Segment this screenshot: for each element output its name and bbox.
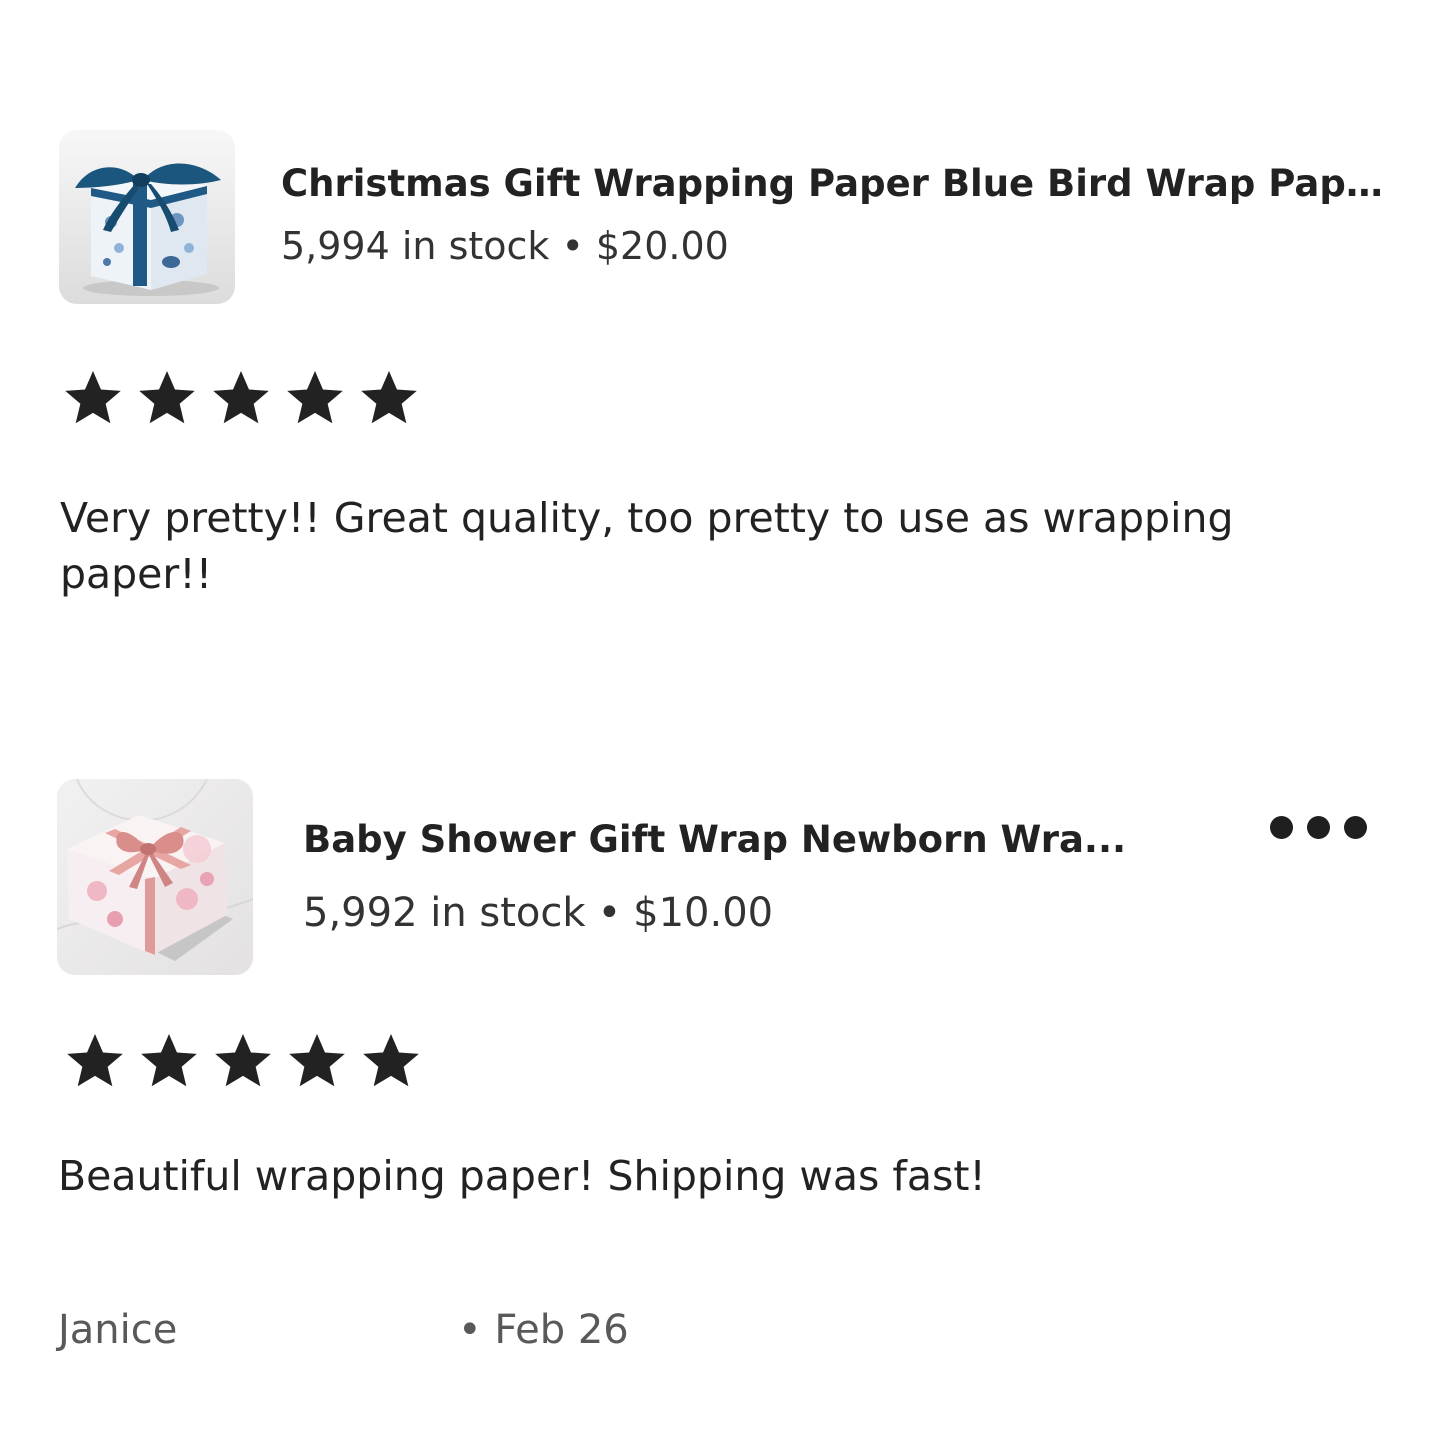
more-options-icon[interactable] <box>1270 816 1367 839</box>
date-separator: • <box>458 1307 482 1353</box>
product-thumbnail[interactable] <box>57 779 253 975</box>
product-price: $20.00 <box>595 224 729 268</box>
star-icon <box>358 1028 424 1094</box>
product-title[interactable]: Baby Shower Gift Wrap Newborn Wra... <box>303 816 1203 864</box>
review-date: • Feb 26 <box>458 1304 629 1356</box>
product-price: $10.00 <box>633 890 774 936</box>
star-icon <box>62 1028 128 1094</box>
reviewer-name[interactable]: Janice <box>58 1304 177 1356</box>
rating-stars <box>60 365 422 431</box>
product-thumbnail[interactable] <box>59 130 235 304</box>
blue-bird-gift-box-image <box>59 130 235 304</box>
star-icon <box>60 365 126 431</box>
star-icon <box>284 1028 350 1094</box>
rating-stars <box>62 1028 424 1094</box>
product-meta: 5,992 in stock • $10.00 <box>303 888 773 938</box>
meta-separator: • <box>597 890 622 936</box>
pink-floral-gift-box-image <box>57 779 253 975</box>
star-icon <box>210 1028 276 1094</box>
star-icon <box>136 1028 202 1094</box>
review-text: Very pretty!! Great quality, too pretty … <box>60 494 1234 598</box>
stock-count: 5,992 in stock <box>303 890 586 936</box>
star-icon <box>134 365 200 431</box>
review-text: Beautiful wrapping paper! Shipping was f… <box>58 1152 986 1200</box>
more-dot <box>1307 816 1330 839</box>
more-dot <box>1344 816 1367 839</box>
meta-separator: • <box>561 224 584 268</box>
star-icon <box>208 365 274 431</box>
star-icon <box>356 365 422 431</box>
star-icon <box>282 365 348 431</box>
product-meta: 5,994 in stock • $20.00 <box>281 221 729 271</box>
review-card: Baby Shower Gift Wrap Newborn Wra... 5,9… <box>0 700 1445 1445</box>
more-dot <box>1270 816 1293 839</box>
stock-count: 5,994 in stock <box>281 224 550 268</box>
review-card: Christmas Gift Wrapping Paper Blue Bird … <box>0 0 1445 700</box>
date-value: Feb 26 <box>494 1307 629 1353</box>
product-title[interactable]: Christmas Gift Wrapping Paper Blue Bird … <box>281 160 1391 208</box>
